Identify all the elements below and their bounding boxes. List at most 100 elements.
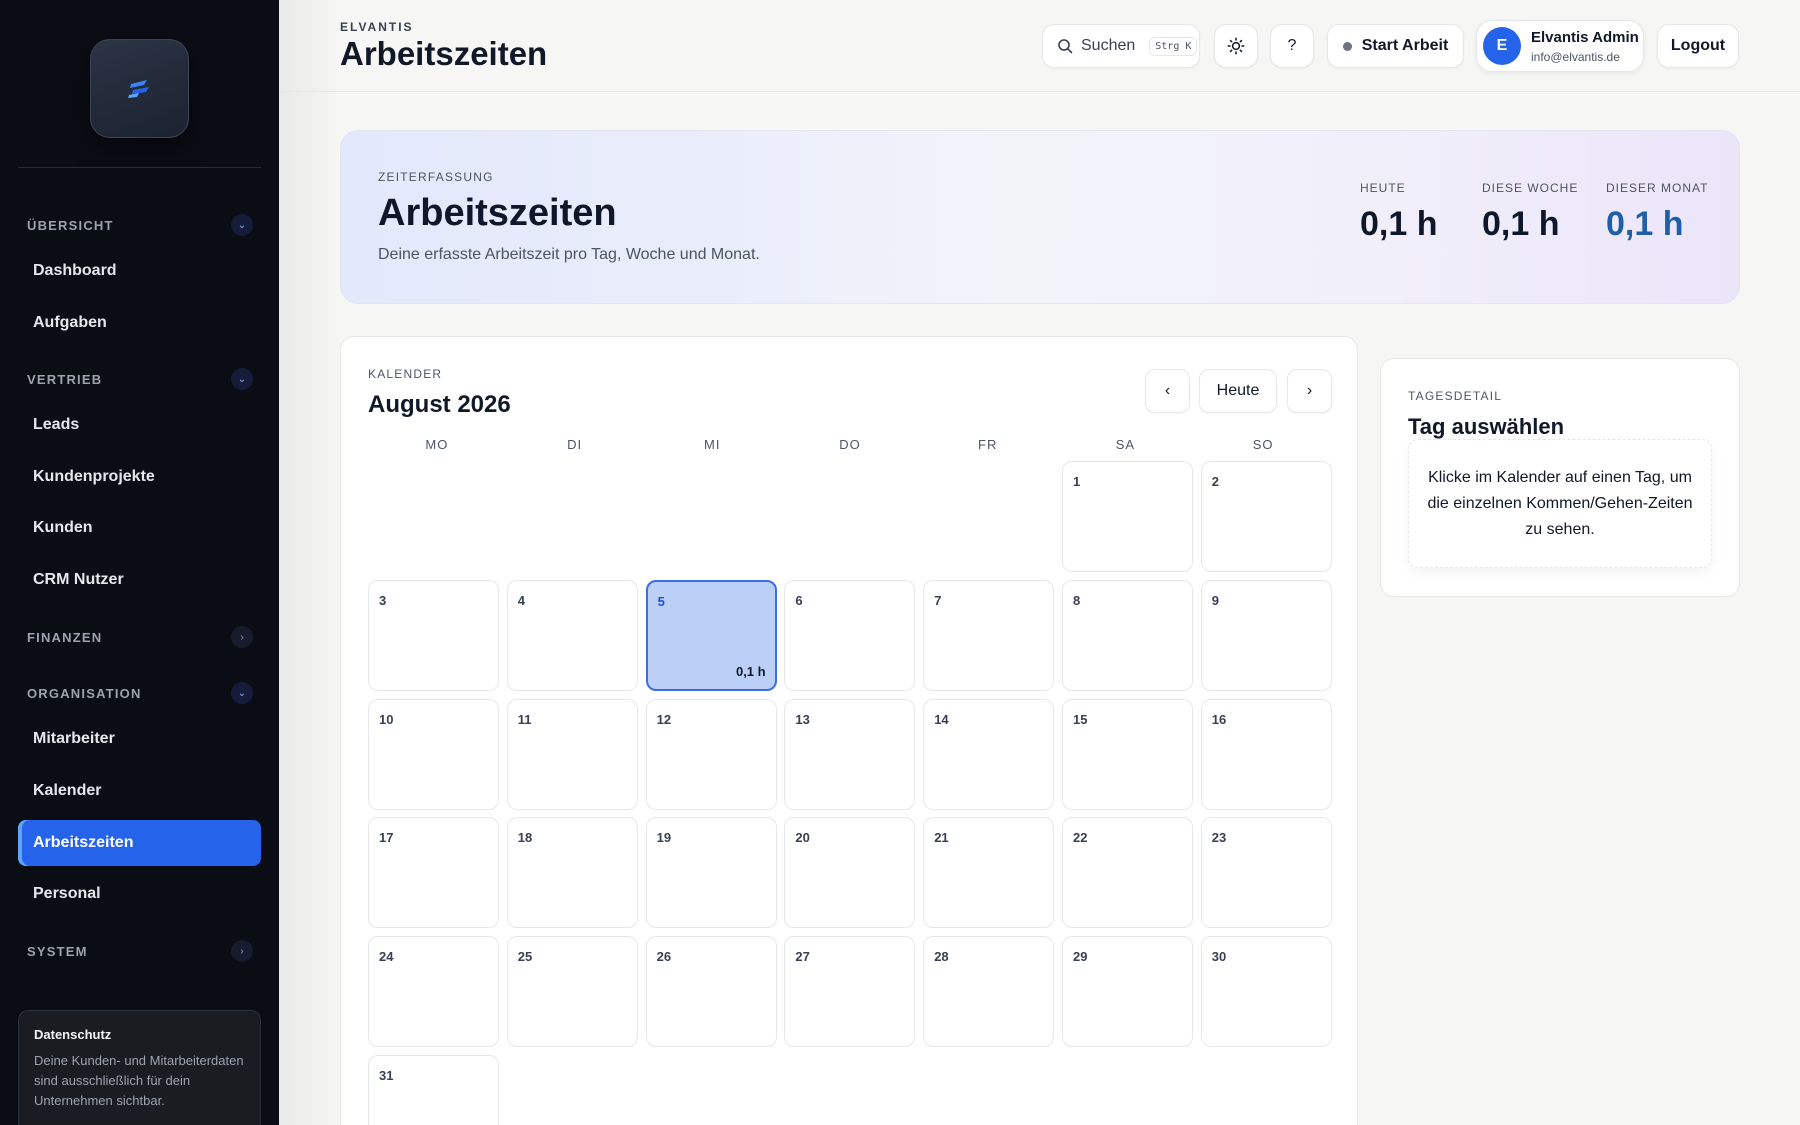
search-shortcut: Strg K xyxy=(1149,36,1198,56)
logout-button[interactable]: Logout xyxy=(1657,24,1739,68)
calendar-day-25[interactable]: 25 xyxy=(506,936,638,1048)
user-email: info@elvantis.de xyxy=(1531,49,1620,64)
chevron-down-icon[interactable]: ⌄ xyxy=(231,214,253,236)
calendar-day-4[interactable]: 4 xyxy=(506,579,638,691)
sidebar-item-label: Arbeitszeiten xyxy=(33,834,134,851)
detail-kicker: TAGESDETAIL xyxy=(1408,389,1503,403)
avatar: E xyxy=(1483,27,1521,65)
day-number: 11 xyxy=(517,711,532,727)
sidebar-item-kunden[interactable]: Kunden xyxy=(18,505,261,551)
calendar-day-2[interactable]: 2 xyxy=(1200,461,1332,572)
section-vertrieb[interactable]: VERTRIEB ⌄ xyxy=(27,367,253,391)
sidebar-item-kundenprojekte[interactable]: Kundenprojekte xyxy=(18,454,261,500)
chevron-down-icon[interactable]: ⌄ xyxy=(231,368,253,390)
calendar-day-19[interactable]: 19 xyxy=(645,817,777,929)
help-button[interactable]: ? xyxy=(1270,24,1314,68)
start-work-button[interactable]: Start Arbeit xyxy=(1327,24,1464,68)
calendar-kicker: KALENDER xyxy=(368,367,443,381)
sidebar-item-mitarbeiter[interactable]: Mitarbeiter xyxy=(18,716,261,762)
calendar-day-22[interactable]: 22 xyxy=(1061,817,1193,929)
prev-month-button[interactable]: ‹ xyxy=(1145,369,1190,413)
calendar-blank-cell xyxy=(923,461,1054,572)
sidebar-item-label: Aufgaben xyxy=(33,314,107,331)
section-organisation[interactable]: ORGANISATION ⌄ xyxy=(27,681,253,705)
calendar-day-5[interactable]: 5 0,1 h xyxy=(645,579,777,691)
top-header: ELVANTIS Arbeitszeiten Suchen Strg K ? S… xyxy=(279,0,1800,92)
sidebar-item-aufgaben[interactable]: Aufgaben xyxy=(18,300,261,346)
today-button[interactable]: Heute xyxy=(1199,369,1277,413)
calendar-day-17[interactable]: 17 xyxy=(368,817,499,929)
next-month-button[interactable]: › xyxy=(1287,369,1332,413)
calendar-day-8[interactable]: 8 xyxy=(1061,579,1193,691)
chevron-down-icon[interactable]: ⌄ xyxy=(231,682,253,704)
calendar-day-13[interactable]: 13 xyxy=(784,698,916,810)
calendar-day-21[interactable]: 21 xyxy=(923,817,1055,929)
day-number: 31 xyxy=(379,1067,394,1083)
sidebar: ÜBERSICHT ⌄ Dashboard Aufgaben VERTRIEB … xyxy=(0,0,279,1125)
calendar-day-11[interactable]: 11 xyxy=(506,698,638,810)
calendar-day-24[interactable]: 24 xyxy=(368,936,499,1048)
calendar-day-14[interactable]: 14 xyxy=(923,698,1055,810)
logo-icon xyxy=(127,79,149,98)
theme-toggle-button[interactable] xyxy=(1214,24,1258,68)
calendar-day-6[interactable]: 6 xyxy=(784,579,916,691)
section-finanzen[interactable]: FINANZEN › xyxy=(27,625,253,649)
day-number: 25 xyxy=(517,949,533,965)
stat-label: DIESE WOCHE xyxy=(1482,181,1579,195)
sidebar-item-personal[interactable]: Personal xyxy=(18,871,261,917)
user-menu[interactable]: E Elvantis Admin info@elvantis.de xyxy=(1476,20,1644,72)
sidebar-item-kalender[interactable]: Kalender xyxy=(18,768,261,814)
day-number: 5 xyxy=(657,593,665,609)
calendar-day-18[interactable]: 18 xyxy=(506,817,638,929)
stat-value: 0,1 h xyxy=(1360,205,1438,243)
calendar-day-15[interactable]: 15 xyxy=(1061,698,1193,810)
stat-value: 0,1 h xyxy=(1482,205,1560,243)
calendar-day-7[interactable]: 7 xyxy=(923,579,1055,691)
sidebar-item-dashboard[interactable]: Dashboard xyxy=(18,248,261,294)
weekday-label: MO xyxy=(425,437,449,452)
calendar-day-1[interactable]: 1 xyxy=(1061,461,1193,572)
calendar-day-16[interactable]: 16 xyxy=(1200,698,1332,810)
day-number: 30 xyxy=(1211,949,1227,965)
calendar-day-10[interactable]: 10 xyxy=(368,698,499,810)
calendar-day-3[interactable]: 3 xyxy=(368,579,499,691)
calendar-day-29[interactable]: 29 xyxy=(1061,936,1193,1048)
day-number: 22 xyxy=(1072,830,1088,846)
calendar-day-27[interactable]: 27 xyxy=(784,936,916,1048)
day-hours: 0,1 h xyxy=(735,663,766,679)
sidebar-item-leads[interactable]: Leads xyxy=(18,402,261,448)
calendar-day-23[interactable]: 23 xyxy=(1200,817,1332,929)
calendar-day-31[interactable]: 31 xyxy=(368,1054,499,1125)
privacy-title: Datenschutz xyxy=(34,1027,112,1042)
day-number: 17 xyxy=(379,830,394,846)
day-detail-card: TAGESDETAIL Tag auswählen Klicke im Kale… xyxy=(1380,358,1740,597)
chevron-right-icon[interactable]: › xyxy=(231,626,253,648)
search-icon xyxy=(1058,39,1073,54)
calendar-day-28[interactable]: 28 xyxy=(923,936,1055,1048)
day-number: 9 xyxy=(1211,592,1220,608)
calendar-grid: 1 2 3 4 5 0,1 h 6 7 8 9 10 11 12 13 14 15 16 17 18 19 20 21 22… xyxy=(368,461,1332,1125)
day-number: 7 xyxy=(934,592,942,608)
day-number: 26 xyxy=(656,949,672,965)
day-number: 10 xyxy=(379,711,394,727)
section-uebersicht[interactable]: ÜBERSICHT ⌄ xyxy=(27,213,253,237)
weekday-label: DI xyxy=(567,437,583,452)
calendar-day-9[interactable]: 9 xyxy=(1200,579,1332,691)
day-number: 8 xyxy=(1072,592,1081,608)
sidebar-item-label: Kunden xyxy=(33,519,93,536)
app-logo[interactable] xyxy=(90,39,189,138)
calendar-day-26[interactable]: 26 xyxy=(645,936,777,1048)
calendar-blank-cell xyxy=(784,461,915,572)
detail-title: Tag auswählen xyxy=(1408,414,1565,439)
sidebar-item-crm-nutzer[interactable]: CRM Nutzer xyxy=(18,557,261,603)
search-button[interactable]: Suchen Strg K xyxy=(1042,24,1200,68)
chevron-right-icon[interactable]: › xyxy=(231,940,253,962)
calendar-day-12[interactable]: 12 xyxy=(645,698,777,810)
calendar-day-30[interactable]: 30 xyxy=(1200,936,1332,1048)
section-system[interactable]: SYSTEM › xyxy=(27,939,253,963)
stat-label: HEUTE xyxy=(1360,181,1406,195)
day-number: 21 xyxy=(934,830,949,846)
sidebar-item-label: Leads xyxy=(33,416,80,433)
calendar-day-20[interactable]: 20 xyxy=(784,817,916,929)
sidebar-item-arbeitszeiten[interactable]: Arbeitszeiten xyxy=(18,820,261,866)
